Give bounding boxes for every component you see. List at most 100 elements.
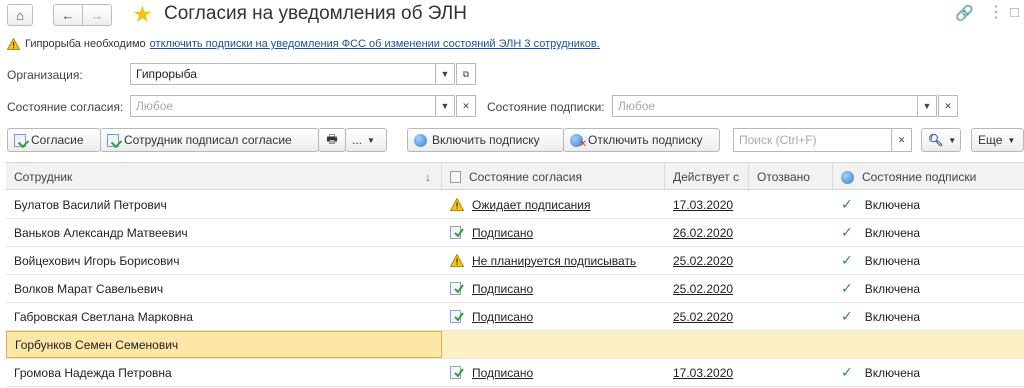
table-row[interactable]: Громова Надежда Петровна Подписано 17.03.2… [6, 359, 1024, 387]
printer-icon: 🖶 [326, 131, 338, 146]
check-icon: ✓ [841, 364, 853, 380]
chevron-down-icon: ▼ [440, 69, 450, 79]
subscription-state-field[interactable]: Любое [612, 95, 918, 117]
more-actions-button[interactable]: ... ▼ [345, 128, 387, 152]
valid-from-cell: 26.02.2020 [665, 219, 749, 246]
col-consent-state[interactable]: Состояние согласия [442, 163, 665, 191]
employee-name: Булатов Василий Петрович [14, 197, 167, 212]
consent-button[interactable]: Согласие [7, 128, 101, 152]
consent-state-link[interactable]: Подписано [472, 310, 533, 324]
organization-open-button[interactable]: ⧉ [456, 63, 476, 85]
close-icon: ✕ [944, 100, 952, 111]
sort-down-icon: ↓ [425, 170, 431, 184]
consent-state-link[interactable]: Не планируется подписывать [472, 254, 636, 268]
valid-from-link[interactable]: 26.02.2020 [673, 226, 733, 240]
valid-from-link[interactable]: 25.02.2020 [673, 282, 733, 296]
employee-cell[interactable]: Ваньков Александр Матвеевич [6, 219, 442, 246]
employee-name: Громова Надежда Петровна [14, 365, 172, 380]
table-row[interactable]: Булатов Василий Петрович Ожидает подписан… [6, 191, 1024, 219]
consent-state-cell: Ожидает подписания [442, 191, 665, 218]
search-input[interactable]: Поиск (Ctrl+F) [733, 128, 893, 152]
document-check-icon [107, 133, 119, 147]
warning-icon [7, 38, 20, 50]
employee-name: Ваньков Александр Матвеевич [14, 225, 188, 240]
consent-state-field[interactable]: Любое [130, 95, 436, 117]
subscription-state-text: Включена [864, 365, 921, 380]
col-employee[interactable]: Сотрудник ↓ [6, 163, 442, 191]
print-button[interactable]: 🖶 [318, 128, 346, 152]
subscription-state-cell: ✓ Включена [833, 359, 1024, 386]
disable-subscription-button[interactable]: ✕ Отключить подписку [563, 128, 720, 152]
chevron-down-icon: ▼ [367, 135, 375, 145]
col-valid-from[interactable]: Действует с [665, 163, 749, 191]
organization-dropdown-button[interactable]: ▼ [435, 63, 455, 85]
chevron-down-icon: ▼ [1007, 135, 1016, 145]
back-button[interactable]: ← [53, 4, 83, 26]
employee-signed-button[interactable]: Сотрудник подписал согласие [100, 128, 319, 152]
employee-cell[interactable]: Горбунков Семен Семенович [6, 331, 442, 358]
consent-state-link[interactable]: Подписано [472, 226, 533, 240]
table-row[interactable]: Горбунков Семен Семенович [6, 331, 1024, 359]
valid-from-cell: 25.02.2020 [665, 247, 749, 274]
col-revoked[interactable]: Отозвано [749, 163, 833, 191]
employee-name: Войцехович Игорь Борисович [14, 253, 180, 268]
subscription-state-cell: ✓ Включена [833, 275, 1024, 302]
subscription-state-cell: ✓ Включена [833, 219, 1024, 246]
table-row[interactable]: Габровская Светлана Марковна Подписано 25.… [6, 303, 1024, 331]
consent-state-cell: Подписано [442, 275, 665, 302]
arrow-right-icon: → [90, 7, 104, 23]
consent-state-cell: Подписано [442, 303, 665, 330]
employee-cell[interactable]: Габровская Светлана Марковна [6, 303, 442, 330]
subscription-state-cell: ✓ Включена [833, 191, 1024, 218]
globe-icon [841, 170, 854, 184]
chevron-down-icon: ▼ [922, 101, 932, 111]
subscription-state-text: Включена [864, 253, 921, 268]
warning-banner: Гипрорыба необходимо отключить подписки … [7, 38, 600, 50]
valid-from-link[interactable]: 25.02.2020 [673, 254, 733, 268]
valid-from-link[interactable]: 25.02.2020 [673, 310, 733, 324]
valid-from-cell: 25.02.2020 [665, 303, 749, 330]
enable-subscription-button[interactable]: Включить подписку [407, 128, 564, 152]
search-button[interactable]: 🔍︎ ▼ [921, 128, 961, 152]
organization-field[interactable]: Гипрорыба [130, 63, 436, 85]
table-row[interactable]: Ваньков Александр Матвеевич Подписано 26.0… [6, 219, 1024, 247]
col-subscription-state[interactable]: Состояние подписки [833, 163, 1024, 191]
consent-state-dropdown-button[interactable]: ▼ [435, 95, 455, 117]
employee-cell[interactable]: Громова Надежда Петровна [6, 359, 442, 386]
valid-from-cell: 17.03.2020 [665, 359, 749, 386]
more-vertical-icon[interactable]: ⋮ [988, 2, 1004, 22]
consent-state-link[interactable]: Подписано [472, 366, 533, 380]
table-row[interactable]: Волков Марат Савельевич Подписано 25.02.20… [6, 275, 1024, 303]
warning-icon [449, 253, 465, 267]
employee-cell[interactable]: Волков Марат Савельевич [6, 275, 442, 302]
arrow-left-icon: ← [61, 7, 75, 23]
document-signed-icon [450, 282, 464, 295]
favorite-star-icon[interactable]: ★ [132, 1, 153, 28]
chevron-down-icon: ▼ [948, 135, 957, 145]
document-signed-icon [450, 366, 464, 379]
forward-button[interactable]: → [82, 4, 112, 26]
employee-cell[interactable]: Войцехович Игорь Борисович [6, 247, 442, 274]
warning-link[interactable]: отключить подписки на уведомления ФСС об… [150, 38, 600, 50]
subscription-state-clear-button[interactable]: ✕ [938, 95, 958, 117]
table-row[interactable]: Войцехович Игорь Борисович Не планируется… [6, 247, 1024, 275]
document-check-icon [14, 133, 26, 147]
home-button[interactable]: ⌂ [7, 4, 33, 26]
consent-state-link[interactable]: Подписано [472, 282, 533, 296]
open-icon: ⧉ [462, 68, 470, 79]
search-clear-button[interactable]: ✕ [891, 128, 912, 152]
consent-state-link[interactable]: Ожидает подписания [472, 198, 590, 212]
valid-from-link[interactable]: 17.03.2020 [673, 366, 733, 380]
subscription-state-cell: ✓ Включена [833, 303, 1024, 330]
globe-disabled-icon: ✕ [570, 133, 587, 150]
maximize-icon[interactable]: □ [1010, 4, 1019, 21]
employee-cell[interactable]: Булатов Василий Петрович [6, 191, 442, 218]
consent-state-clear-button[interactable]: ✕ [456, 95, 476, 117]
link-icon[interactable]: 🔗 [955, 4, 974, 22]
chevron-down-icon: ▼ [440, 101, 450, 111]
valid-from-link[interactable]: 17.03.2020 [673, 198, 733, 212]
more-menu-button[interactable]: Еще ▼ [971, 128, 1024, 152]
close-icon: ✕ [462, 100, 470, 111]
subscription-state-dropdown-button[interactable]: ▼ [917, 95, 937, 117]
warning-text: Гипрорыба необходимо [25, 38, 146, 50]
